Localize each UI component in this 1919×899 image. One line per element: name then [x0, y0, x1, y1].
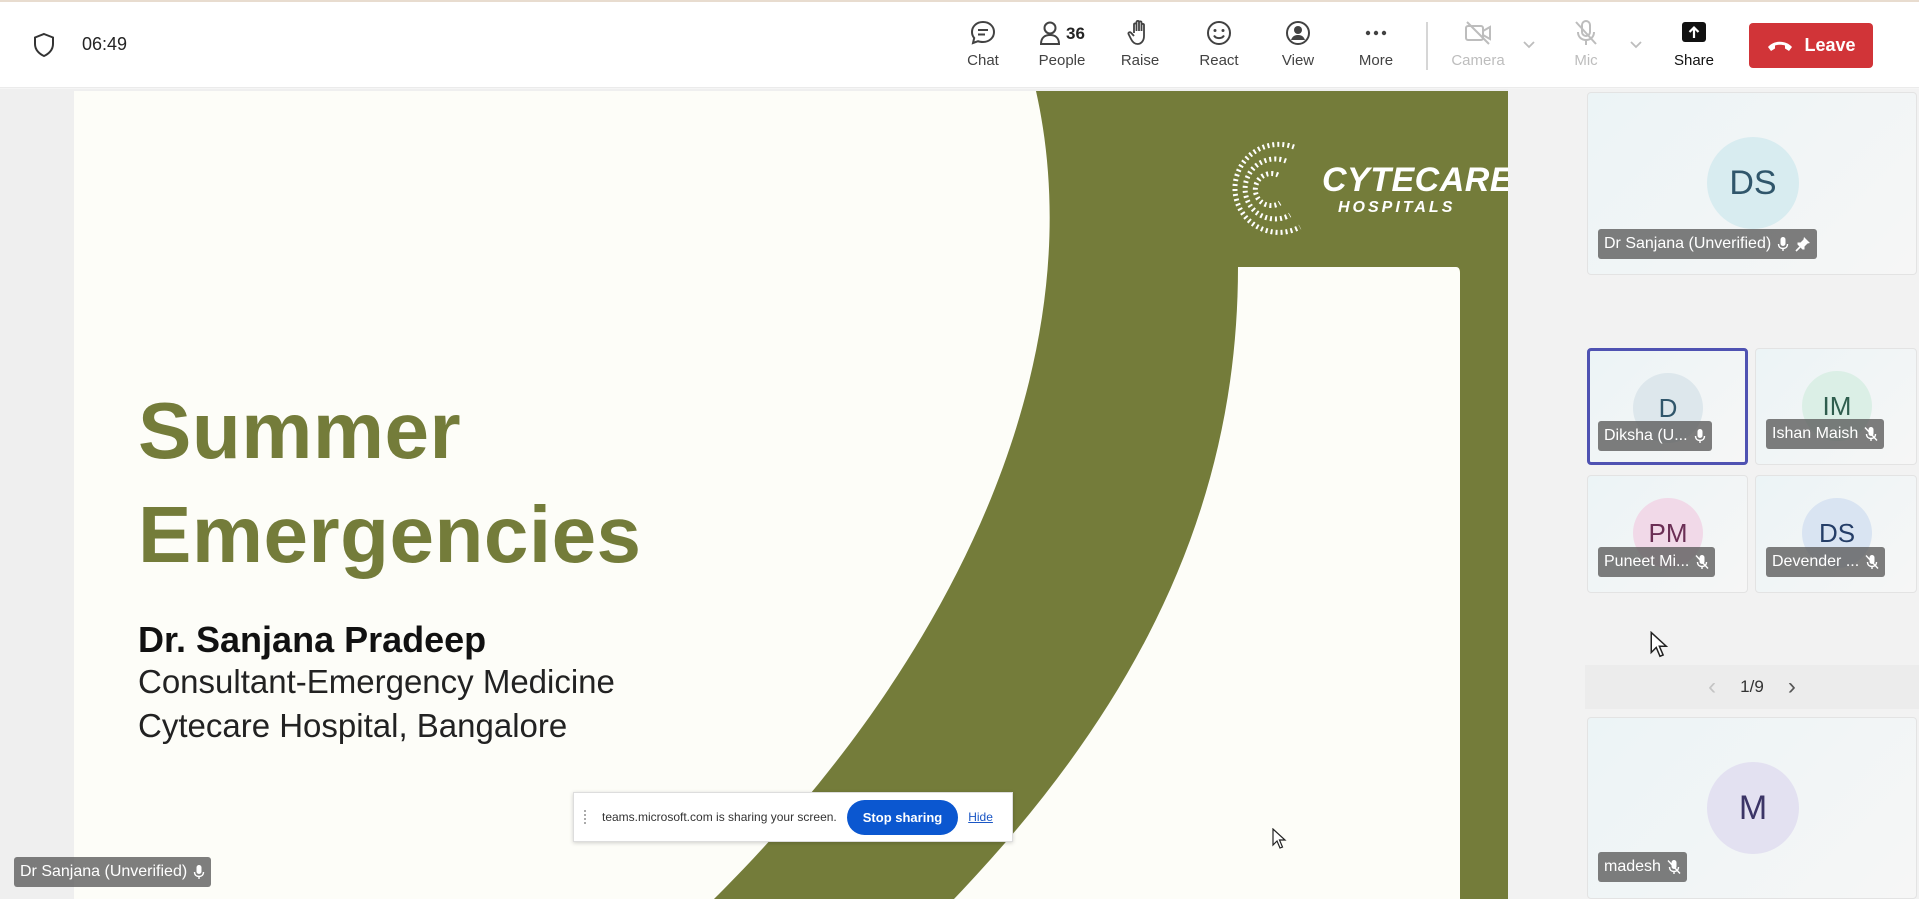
participant-tile[interactable]: IM Ishan Maish: [1755, 348, 1917, 465]
participant-name: Diksha (U...: [1604, 427, 1688, 444]
logo-subtitle: HOSPITALS: [1338, 199, 1456, 216]
camera-options-chevron-icon[interactable]: [1521, 38, 1537, 50]
participant-tile[interactable]: D Diksha (U...: [1587, 348, 1748, 465]
avatar: M: [1707, 762, 1799, 854]
mouse-cursor-icon: [1272, 828, 1287, 849]
participant-name-tag: Puneet Mi...: [1598, 547, 1716, 577]
mic-off-icon: [1575, 20, 1597, 45]
leave-button[interactable]: Leave: [1749, 23, 1873, 68]
shared-screen-stage: CYTECARE HOSPITALS Summer Emergencies Dr…: [0, 89, 1508, 899]
raise-hand-icon: [1127, 19, 1145, 45]
slide-title: Summer Emergencies: [138, 379, 642, 587]
smiley-icon: [1207, 21, 1231, 45]
people-icon: [1039, 21, 1061, 45]
chat-icon: [970, 20, 996, 45]
view-icon: [1286, 21, 1310, 45]
phone-hangup-icon: [1768, 41, 1793, 51]
presenter-name-tag: Dr Sanjana (Unverified): [14, 857, 212, 887]
more-label: More: [1358, 52, 1394, 69]
react-label: React: [1199, 52, 1239, 69]
mic-off-icon: [1864, 427, 1878, 441]
meeting-toolbar: 06:49 Chat 36 People Raise React View Mo…: [0, 0, 1919, 88]
more-icon: [1365, 30, 1387, 36]
camera-label: Camera: [1451, 52, 1505, 69]
people-count: 36: [1066, 24, 1085, 43]
screen-sharing-notification: teams.microsoft.com is sharing your scre…: [573, 792, 1013, 842]
page-indicator: 1/9: [1740, 677, 1764, 696]
people-label: People: [1038, 52, 1086, 69]
sharing-message: teams.microsoft.com is sharing your scre…: [602, 810, 837, 824]
logo-wordmark: CYTECARE: [1322, 161, 1508, 199]
mic-button[interactable]: Mic: [1550, 18, 1622, 78]
participant-tile-self[interactable]: M madesh: [1587, 717, 1917, 899]
speaker-hospital: Cytecare Hospital, Bangalore: [138, 707, 568, 744]
presenter-name: Dr Sanjana (Unverified): [20, 863, 188, 880]
participant-name-tag: Devender ...: [1766, 547, 1886, 577]
react-button[interactable]: React: [1183, 18, 1255, 78]
participant-pager: ‹ 1/9 ›: [1585, 665, 1919, 709]
speaker-name: Dr. Sanjana Pradeep: [138, 619, 487, 660]
mic-label: Mic: [1574, 52, 1598, 69]
people-button[interactable]: 36 People: [1026, 18, 1098, 78]
mouse-cursor-icon: [1650, 631, 1669, 658]
raise-label: Raise: [1120, 52, 1160, 69]
shield-icon[interactable]: [32, 32, 56, 58]
raise-hand-button[interactable]: Raise: [1104, 18, 1176, 78]
avatar: DS: [1707, 137, 1799, 229]
more-button[interactable]: More: [1340, 18, 1412, 78]
mic-options-chevron-icon[interactable]: [1628, 38, 1644, 50]
view-label: View: [1281, 52, 1315, 69]
slide-title-line-1: Summer: [138, 386, 462, 475]
pin-icon[interactable]: [1795, 236, 1811, 252]
participant-tile[interactable]: DS Devender ...: [1755, 475, 1917, 593]
mic-icon: [1694, 429, 1705, 443]
leave-label: Leave: [1804, 35, 1856, 55]
participant-tile-pinned[interactable]: DS Dr Sanjana (Unverified): [1587, 92, 1917, 275]
camera-button[interactable]: Camera: [1442, 18, 1514, 78]
chat-label: Chat: [967, 52, 999, 69]
drag-handle-icon[interactable]: [584, 810, 590, 824]
chat-button[interactable]: Chat: [947, 18, 1019, 78]
participant-name-tag: Diksha (U...: [1598, 421, 1712, 451]
participant-name: Dr Sanjana (Unverified): [1604, 235, 1772, 252]
share-button[interactable]: Share: [1658, 18, 1730, 78]
prev-page-button[interactable]: ‹: [1708, 673, 1716, 701]
mic-icon: [1777, 237, 1789, 251]
share-label: Share: [1673, 52, 1715, 69]
meeting-timer: 06:49: [82, 34, 128, 54]
mic-icon: [193, 865, 205, 879]
stop-sharing-button[interactable]: Stop sharing: [846, 799, 959, 835]
participant-name-tag: madesh: [1598, 852, 1687, 882]
participant-name-tag: Ishan Maish: [1766, 419, 1885, 449]
camera-off-icon: [1465, 21, 1491, 45]
next-page-button[interactable]: ›: [1788, 673, 1796, 701]
participant-name: Puneet Mi...: [1604, 553, 1690, 570]
participant-tile[interactable]: PM Puneet Mi...: [1587, 475, 1748, 593]
mic-off-icon: [1865, 555, 1879, 569]
speaker-role: Consultant-Emergency Medicine: [138, 663, 615, 700]
participant-name: madesh: [1604, 858, 1661, 875]
mic-off-icon: [1695, 555, 1709, 569]
slide-title-line-2: Emergencies: [138, 490, 642, 579]
participant-name: Devender ...: [1772, 553, 1860, 570]
participant-name-tag: Dr Sanjana (Unverified): [1598, 229, 1818, 259]
hide-link[interactable]: Hide: [968, 810, 993, 824]
view-button[interactable]: View: [1262, 18, 1334, 78]
share-screen-icon: [1682, 22, 1706, 42]
participant-name: Ishan Maish: [1772, 425, 1859, 442]
presentation-slide: CYTECARE HOSPITALS Summer Emergencies Dr…: [74, 91, 1508, 899]
mic-off-icon: [1667, 860, 1681, 874]
toolbar-divider: [1426, 22, 1428, 70]
